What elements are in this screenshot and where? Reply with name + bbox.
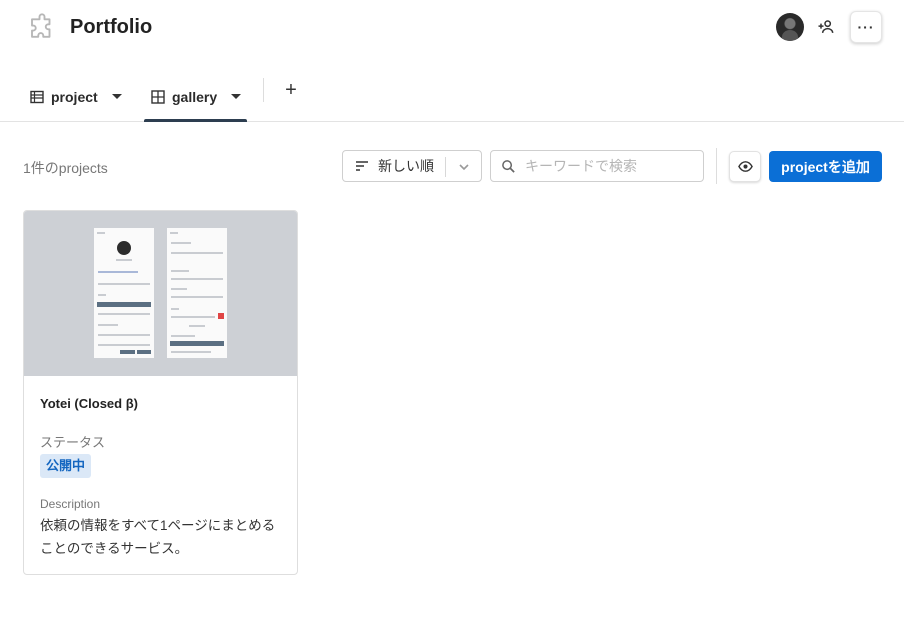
screenshot-image (94, 228, 154, 358)
tab-project-label: project (51, 88, 98, 105)
chevron-down-icon[interactable] (111, 94, 122, 99)
page: Portfolio ··· project gallery + 1件のproje… (0, 0, 904, 633)
sort-separator (445, 157, 446, 177)
chevron-down-icon[interactable] (231, 94, 242, 99)
search-input[interactable] (525, 155, 695, 177)
description-text: 依頼の情報をすべて1ページにまとめることのできるサービス。 (40, 518, 276, 556)
card-thumbnail (24, 211, 297, 376)
sort-select[interactable]: 新しい順 (342, 150, 482, 182)
sort-label: 新しい順 (378, 158, 434, 174)
project-count: 1件のprojects (23, 160, 108, 176)
toolbar-divider (716, 148, 717, 184)
avatar[interactable] (776, 13, 804, 41)
more-options-button[interactable]: ··· (850, 11, 882, 43)
description-label: Description (40, 497, 101, 511)
grid-icon (151, 89, 165, 104)
header: Portfolio ··· (0, 0, 904, 56)
add-view-button[interactable]: + (281, 80, 301, 100)
sort-icon (356, 161, 368, 171)
tab-divider (263, 78, 264, 102)
status-label: ステータス (40, 435, 106, 450)
tab-project[interactable]: project (30, 72, 122, 121)
add-person-icon[interactable] (816, 17, 836, 37)
page-title: Portfolio (70, 16, 153, 38)
eye-icon (737, 161, 753, 172)
card-title: Yotei (Closed β) (40, 396, 138, 411)
gallery-card[interactable]: Yotei (Closed β) ステータス 公開中 Description 依… (23, 210, 298, 575)
tab-gallery[interactable]: gallery (144, 72, 247, 122)
search-icon (502, 160, 515, 173)
screenshot-image (167, 228, 227, 358)
search-box[interactable] (490, 150, 704, 182)
visibility-button[interactable] (729, 151, 761, 182)
view-tabs: project gallery + (0, 72, 904, 122)
tab-gallery-label: gallery (172, 88, 218, 105)
status-badge: 公開中 (40, 454, 92, 478)
puzzle-icon (31, 13, 51, 38)
chevron-down-icon[interactable] (457, 160, 471, 174)
table-icon (30, 90, 44, 103)
add-project-button[interactable]: projectを追加 (769, 151, 882, 182)
